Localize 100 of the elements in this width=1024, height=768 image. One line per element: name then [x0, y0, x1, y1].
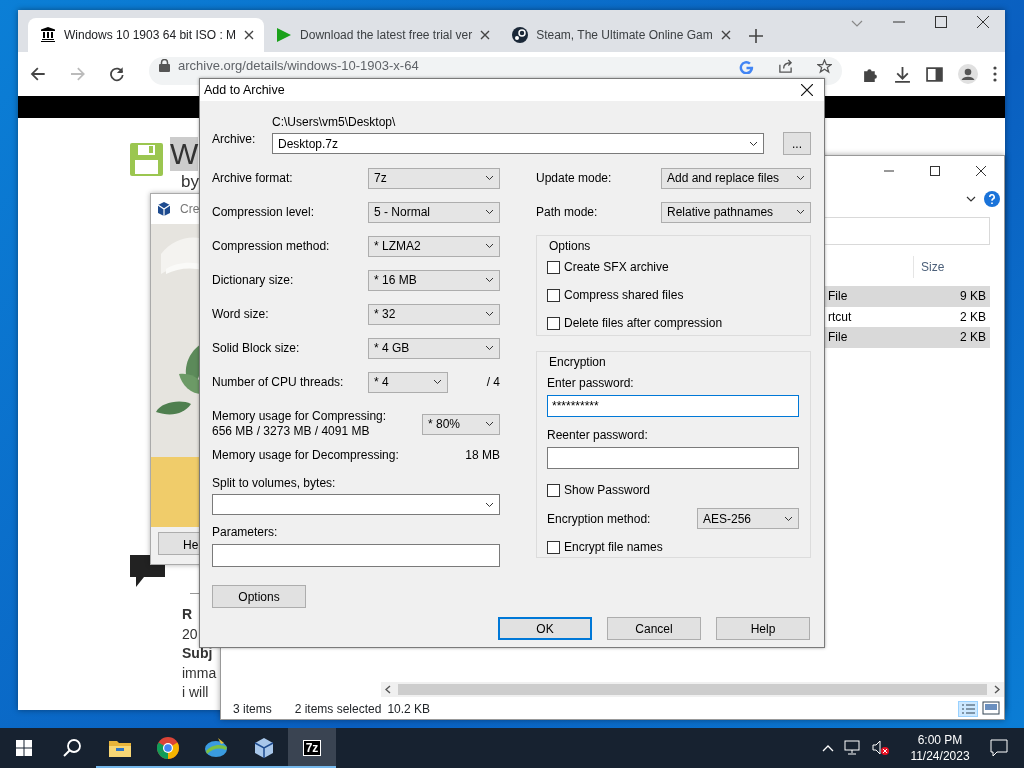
- field-label: Path mode:: [536, 204, 598, 221]
- dropdown[interactable]: 5 - Normal: [368, 201, 500, 223]
- field-label: Reenter password:: [547, 427, 649, 443]
- password-field[interactable]: [547, 447, 799, 469]
- file-size: 2 KB: [960, 329, 986, 347]
- horizontal-scrollbar[interactable]: [381, 682, 1004, 697]
- side-panel-icon[interactable]: [926, 65, 943, 83]
- caret-icon: [784, 515, 793, 522]
- taskbar-app[interactable]: 7z: [288, 728, 336, 768]
- caret-icon: [485, 175, 494, 181]
- options-button[interactable]: Options: [212, 585, 306, 608]
- lock-icon: [159, 59, 170, 72]
- dropdown[interactable]: * 80%: [422, 413, 500, 435]
- byline: by: [181, 172, 199, 191]
- file-row[interactable]: File 2 KB: [824, 327, 990, 348]
- menu-icon[interactable]: [993, 66, 997, 82]
- close-icon[interactable]: [244, 30, 255, 40]
- close-icon[interactable]: [976, 166, 986, 176]
- cube-icon[interactable]: [253, 737, 275, 759]
- close-icon[interactable]: [977, 16, 989, 28]
- folder-icon[interactable]: [109, 739, 131, 757]
- dropdown[interactable]: * 4: [368, 371, 448, 393]
- checkbox[interactable]: [547, 260, 560, 274]
- browser-tab[interactable]: Windows 10 1903 64 bit ISO : M: [28, 18, 265, 52]
- caret-icon: [485, 501, 494, 508]
- browse-button[interactable]: ...: [783, 132, 811, 155]
- status-text: 2 items selected: [294, 701, 382, 718]
- network-icon[interactable]: [844, 740, 862, 756]
- bookmark-star-icon[interactable]: [817, 59, 832, 74]
- maximize-icon[interactable]: [935, 16, 947, 28]
- browser-tab[interactable]: Steam, The Ultimate Online Gam: [500, 18, 741, 52]
- dropdown[interactable]: * 4 GB: [368, 337, 500, 359]
- browser-tab[interactable]: Download the latest free trial ver: [264, 18, 501, 52]
- group-title: Options: [549, 238, 591, 255]
- reload-icon[interactable]: [109, 66, 125, 82]
- search-icon[interactable]: [62, 738, 82, 758]
- file-row[interactable]: rtcut 2 KB: [824, 306, 990, 327]
- field-label: Archive format:: [212, 170, 293, 187]
- clock-date[interactable]: 11/24/2023: [900, 748, 980, 764]
- checkbox[interactable]: [547, 316, 560, 330]
- volume-muted-icon[interactable]: [872, 740, 890, 756]
- maximize-icon[interactable]: [930, 166, 940, 176]
- close-icon[interactable]: [720, 30, 731, 40]
- profile-icon[interactable]: [958, 64, 978, 84]
- field-label: Encryption method:: [547, 510, 651, 528]
- dropdown[interactable]: * 32: [368, 303, 500, 325]
- checkbox[interactable]: [547, 483, 560, 497]
- dropdown[interactable]: Add and replace files: [661, 167, 811, 189]
- dropdown[interactable]: Relative pathnames: [661, 201, 811, 223]
- dialog-button[interactable]: Help: [716, 617, 810, 640]
- large-icons-view-icon[interactable]: [982, 701, 1000, 715]
- chrome-icon[interactable]: [157, 737, 179, 759]
- dialog-button[interactable]: OK: [498, 617, 592, 640]
- archive-name-field[interactable]: Desktop.7z: [272, 133, 764, 154]
- parameters-field[interactable]: [212, 544, 500, 567]
- share-icon[interactable]: [778, 59, 793, 74]
- dropdown[interactable]: [212, 494, 500, 515]
- dropdown[interactable]: * 16 MB: [368, 269, 500, 291]
- close-icon[interactable]: [801, 84, 813, 96]
- field-label: Word size:: [212, 306, 269, 323]
- memory-usage: 656 MB / 3273 MB / 4091 MB: [212, 424, 371, 439]
- caret-icon: [433, 379, 442, 385]
- field-label: Update mode:: [536, 170, 612, 187]
- review-text: Subj: [182, 644, 213, 663]
- new-tab-icon[interactable]: [748, 28, 763, 43]
- google-icon[interactable]: [739, 59, 754, 74]
- cube-icon: [156, 201, 172, 217]
- column-header[interactable]: Size: [921, 258, 945, 276]
- chevron-up-icon[interactable]: [822, 744, 834, 752]
- app-logo: 7z: [302, 740, 322, 756]
- field-label: Dictionary size:: [212, 272, 294, 289]
- field-label: Compression method:: [212, 238, 330, 255]
- checkbox[interactable]: [547, 540, 560, 554]
- memory-usage: 18 MB: [465, 447, 500, 464]
- close-icon[interactable]: [480, 30, 491, 40]
- password-field[interactable]: **********: [547, 395, 799, 417]
- caret-icon: [485, 209, 494, 215]
- scroll-right-icon[interactable]: [994, 685, 1000, 694]
- dropdown[interactable]: AES-256: [697, 508, 799, 529]
- page-title: W: [170, 137, 199, 171]
- download-icon[interactable]: [894, 65, 911, 83]
- dropdown[interactable]: * LZMA2: [368, 235, 500, 257]
- dialog-button[interactable]: Cancel: [607, 617, 701, 640]
- group-title: Encryption: [549, 354, 606, 371]
- caret-icon: [485, 345, 494, 351]
- review-text: 20: [182, 624, 198, 644]
- back-icon[interactable]: [30, 66, 46, 82]
- dropdown[interactable]: 7z: [368, 167, 500, 189]
- start-icon[interactable]: [16, 740, 32, 756]
- chevron-down-icon[interactable]: [966, 195, 976, 203]
- notification-icon[interactable]: [990, 739, 1008, 757]
- scroll-left-icon[interactable]: [385, 685, 391, 694]
- help-icon[interactable]: [984, 191, 1000, 207]
- checkbox[interactable]: [547, 288, 560, 302]
- clock-time[interactable]: 6:00 PM: [900, 732, 980, 748]
- file-size: 2 KB: [960, 308, 986, 326]
- status-text: 3 items: [233, 701, 272, 718]
- caret-icon: [796, 175, 805, 181]
- globe-icon[interactable]: [204, 737, 228, 759]
- file-row[interactable]: File 9 KB: [824, 286, 990, 307]
